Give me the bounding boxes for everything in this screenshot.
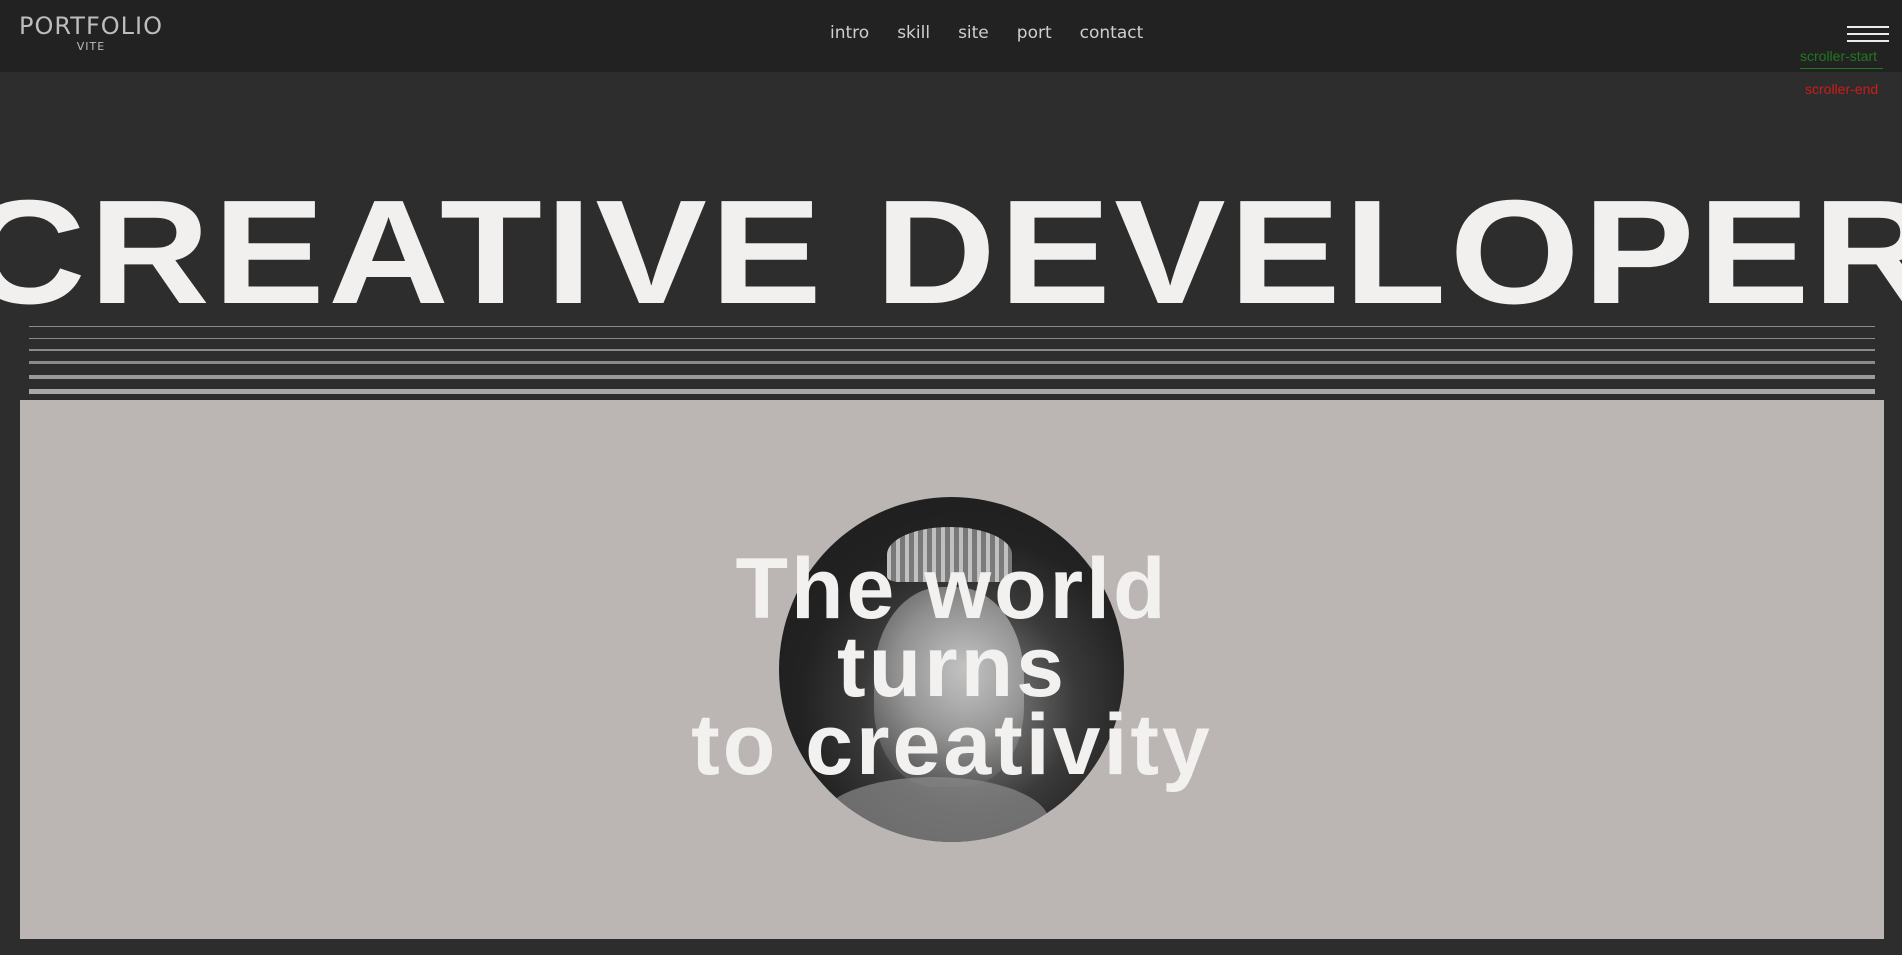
hamburger-icon[interactable] [1847,26,1889,42]
divider-line [29,338,1875,339]
hamburger-line [1847,40,1889,42]
divider-line [29,361,1875,364]
site-header: PORTFOLIO VITE intro skill site port con… [0,0,1902,72]
logo-title: PORTFOLIO [19,12,163,40]
panel-tagline: The world turns to creativity [20,541,1884,793]
main-nav: intro skill site port contact [830,22,1143,44]
logo-subtitle: VITE [76,40,106,53]
nav-site[interactable]: site [958,22,989,44]
divider-line [29,349,1875,351]
tagline-line-1: The world [735,541,1169,637]
nav-contact[interactable]: contact [1080,22,1144,44]
creativity-panel: The world turns to creativity [20,400,1884,939]
nav-skill[interactable]: skill [897,22,930,44]
scroller-end-marker: scroller-end [1805,81,1879,97]
divider-line [29,375,1875,379]
hamburger-line [1847,33,1889,35]
hamburger-line [1847,26,1889,28]
nav-port[interactable]: port [1017,22,1052,44]
hero-headline: CREATIVE DEVELOPER [0,170,1902,335]
logo[interactable]: PORTFOLIO VITE [16,12,166,54]
tagline-line-2: turns [837,619,1067,715]
divider-line [29,389,1875,394]
tagline-line-3: to creativity [691,697,1213,793]
divider-line [29,326,1875,327]
scroller-start-marker: scroller-start [1800,48,1884,69]
nav-intro[interactable]: intro [830,22,869,44]
